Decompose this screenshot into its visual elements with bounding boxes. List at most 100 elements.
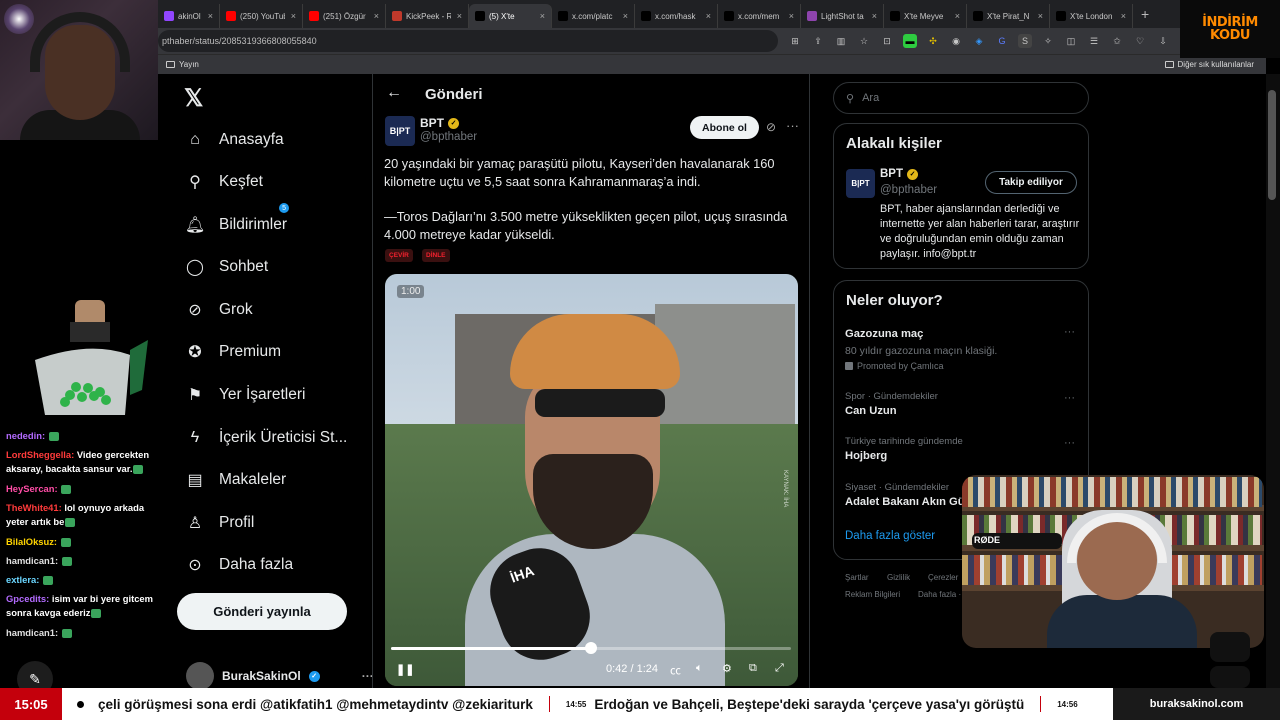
browser-tab[interactable]: LightShot ta × [801,4,884,28]
related-name-row[interactable]: BPT ✓ [880,168,918,180]
nav-item-home[interactable]: ⌂ Anasayfa [184,125,283,155]
video-scrubber-handle[interactable] [585,642,597,654]
extension-green-icon[interactable]: ▬ [903,34,917,48]
nav-item-grok[interactable]: ⊘ Grok [184,295,252,325]
chat-username[interactable]: HeySercan: [6,483,58,494]
following-button[interactable]: Takip ediliyor [985,171,1077,194]
footer-link[interactable]: Daha fazla · [918,590,961,599]
close-tab-icon[interactable]: × [789,11,794,21]
close-tab-icon[interactable]: × [374,11,379,21]
footer-link[interactable]: Çerezler [928,573,958,582]
extension-translate-icon[interactable]: G [995,34,1009,48]
browser-tab[interactable]: (251) Özgür × [303,4,386,28]
close-tab-icon[interactable]: × [1121,11,1126,21]
scrollbar-thumb[interactable] [1268,90,1276,200]
close-tab-icon[interactable]: × [623,11,628,21]
nav-item-article[interactable]: ▤ Makaleler [184,465,286,495]
trend-name[interactable]: Hojberg [845,450,887,462]
new-tab-button[interactable]: + [1133,6,1157,22]
url-field[interactable]: pthaber/status/2085319366808055840 [158,30,778,52]
close-tab-icon[interactable]: × [706,11,711,21]
nav-item-more-circle[interactable]: ⊙ Daha fazla [184,550,293,580]
extension-circle-icon[interactable]: ◉ [949,34,963,48]
browser-tab[interactable]: (250) YouTub × [220,4,303,28]
star-icon[interactable]: ☆ [857,34,871,48]
pip-icon[interactable]: ⧉ [749,662,757,675]
related-avatar[interactable]: B|PT [846,169,875,198]
nav-item-bell[interactable]: 🔔︎ 5 Bildirimler [184,203,290,240]
translate-tag[interactable]: ÇEVİR [385,249,413,262]
chat-username[interactable]: TheWhite41: [6,502,62,513]
author-handle[interactable]: @bpthaber [420,131,477,143]
pause-icon[interactable]: ❚❚ [396,663,414,676]
footer-link[interactable]: Şartlar [845,573,869,582]
browser-tab[interactable]: (5) X'te × [469,4,552,28]
search-input[interactable]: Ara [862,92,879,104]
related-handle[interactable]: @bpthaber [880,184,937,196]
back-arrow-icon[interactable]: ← [386,84,402,102]
side-action-button[interactable] [1210,632,1250,662]
account-switcher[interactable]: BurakSakinOl ✓ ··· [186,662,374,690]
nav-item-premium[interactable]: ✪ Premium [184,337,281,367]
trend-name[interactable]: Can Uzun [845,405,897,417]
close-tab-icon[interactable]: × [291,11,296,21]
grok-icon[interactable]: ⊘ [766,120,776,134]
post-button[interactable]: Gönderi yayınla [177,593,347,630]
footer-link[interactable]: Reklam Bilgileri [845,590,900,599]
grid-icon[interactable]: ⊡ [880,34,894,48]
close-tab-icon[interactable]: × [208,11,213,21]
bookmark-folder-other[interactable]: Diğer sık kullanılanlar [1164,60,1254,69]
share-icon[interactable]: ⇪ [811,34,825,48]
show-more-link[interactable]: Daha fazla göster [845,530,935,542]
browser-tab[interactable]: X'te London × [1050,4,1133,28]
subscribe-button[interactable]: Abone ol [690,116,759,139]
browser-tab[interactable]: x.com/platc × [552,4,635,28]
chat-username[interactable]: extlera: [6,574,39,585]
browser-tab[interactable]: X'te Pirat_N × [967,4,1050,28]
extension-s-icon[interactable]: S [1018,34,1032,48]
browser-tab[interactable]: X'te Meyve × [884,4,967,28]
footer-link[interactable]: Gizlilik [887,573,910,582]
fullscreen-icon[interactable]: ⤢ [775,662,784,675]
more-icon[interactable]: ··· [786,118,799,133]
extensions-icon[interactable]: ✧ [1041,34,1055,48]
messages-button[interactable] [1210,666,1250,688]
downloads-icon[interactable]: ⇩ [1156,34,1170,48]
chat-username[interactable]: hamdican1: [6,555,58,566]
x-logo-icon[interactable]: 𝕏 [184,84,203,113]
close-tab-icon[interactable]: × [540,11,545,21]
chat-username[interactable]: BilalOksuz: [6,536,57,547]
trend-name[interactable]: Adalet Bakanı Akın Gü [845,496,965,508]
author-name-row[interactable]: BPT ✓ [420,116,459,130]
nav-item-chat[interactable]: ◯ Sohbet [184,252,268,282]
browser-tab[interactable]: x.com/hask × [635,4,718,28]
chat-username[interactable]: LordSheggella: [6,449,74,460]
extension-hub-icon[interactable]: ✣ [926,34,940,48]
close-tab-icon[interactable]: × [872,11,877,21]
more-icon[interactable]: ··· [1064,326,1075,338]
listen-tag[interactable]: DİNLE [422,249,450,262]
close-tab-icon[interactable]: × [457,11,462,21]
more-icon[interactable]: ··· [1064,437,1075,449]
search-box[interactable]: ⚲ Ara [833,82,1089,114]
trend-name[interactable]: Gazozuna maç [845,328,923,340]
browser-tab[interactable]: akinOl Hab × [158,4,220,28]
nav-item-bookmark[interactable]: ⚑ Yer İşaretleri [184,380,306,410]
more-icon[interactable]: ··· [1064,392,1075,404]
reader-icon[interactable]: ▥ [834,34,848,48]
nav-item-search[interactable]: ⚲ Keşfet [184,167,263,197]
settings-gear-icon[interactable]: ⚙ [722,662,732,675]
extension-blue-icon[interactable]: ◈ [972,34,986,48]
split-view-icon[interactable]: ◫ [1064,34,1078,48]
chat-username[interactable]: Gpcedits: [6,593,49,604]
browser-tab[interactable]: KickPeek - R × [386,4,469,28]
captions-icon[interactable]: ㏄ [670,662,681,678]
volume-icon[interactable]: 🔈︎ [696,662,703,675]
bookmark-folder-yayin[interactable]: Yayın [166,60,199,69]
collections-icon[interactable]: ✩ [1110,34,1124,48]
browser-tab[interactable]: x.com/mem × [718,4,801,28]
heart-icon[interactable]: ♡ [1133,34,1147,48]
close-tab-icon[interactable]: × [1038,11,1043,21]
close-tab-icon[interactable]: × [955,11,960,21]
nav-item-lightning[interactable]: ϟ İçerik Üreticisi St... [184,423,348,453]
